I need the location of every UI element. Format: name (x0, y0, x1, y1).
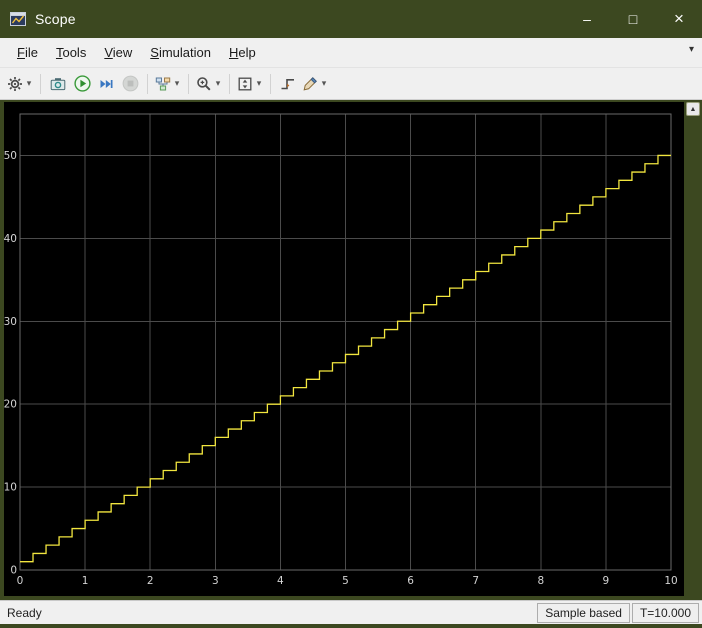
y-tick-label: 0 (10, 565, 17, 577)
stop-icon (122, 75, 138, 92)
blocks-icon (155, 77, 171, 90)
dropdown-arrow-icon[interactable]: ▾ (173, 78, 181, 89)
toolbar: ▾ ▾ ▾ ▾ ▾ (0, 68, 702, 100)
x-tick-label: 0 (17, 575, 24, 587)
x-tick-label: 1 (82, 575, 89, 587)
x-tick-label: 9 (603, 575, 610, 587)
stop-button[interactable] (118, 71, 142, 97)
zoom-button[interactable]: ▾ (194, 71, 224, 97)
signal-selector-button[interactable]: ▾ (153, 71, 183, 97)
dropdown-arrow-icon[interactable]: ▾ (255, 78, 263, 89)
x-tick-label: 7 (472, 575, 479, 587)
toolbar-separator (229, 73, 230, 94)
plot-area: 0 1 2 3 4 5 6 7 8 9 10 0 10 20 30 40 50 ▲ (0, 100, 702, 600)
statusbar: Ready Sample based T=10.000 (0, 600, 702, 624)
maximize-button[interactable]: □ (610, 0, 656, 38)
y-tick-label: 50 (4, 150, 17, 162)
span-axes-button[interactable]: ▾ (235, 71, 265, 97)
toolbar-separator (188, 73, 189, 94)
y-tick-label: 20 (4, 399, 17, 411)
status-message: Ready (7, 605, 42, 620)
titlebar[interactable]: Scope – □ × (0, 0, 702, 38)
configuration-properties-button[interactable]: ▾ (5, 71, 35, 97)
x-tick-label: 5 (342, 575, 349, 587)
x-tick-label: 2 (147, 575, 154, 587)
simulink-snapshot-button[interactable] (46, 71, 70, 97)
measurements-button[interactable]: ▾ (300, 71, 330, 97)
scope-window: Scope – □ × File Tools View Simulation H… (0, 0, 702, 628)
menu-simulation[interactable]: Simulation (141, 40, 220, 65)
trigger-icon (281, 78, 294, 89)
brush-icon (303, 76, 317, 90)
scope-app-icon (10, 12, 26, 26)
window-bottom-border (0, 624, 702, 628)
trigger-button[interactable] (276, 71, 300, 97)
toolbar-separator (270, 73, 271, 94)
x-tick-label: 6 (407, 575, 414, 587)
minimize-button[interactable]: – (564, 0, 610, 38)
dropdown-arrow-icon[interactable]: ▾ (320, 78, 328, 89)
sample-mode-indicator: Sample based (537, 602, 630, 623)
plot-canvas[interactable]: 0 1 2 3 4 5 6 7 8 9 10 0 10 20 30 40 50 (4, 102, 684, 596)
fit-axes-icon (238, 77, 252, 90)
simulation-time-indicator: T=10.000 (631, 602, 699, 623)
menu-tools[interactable]: Tools (47, 40, 95, 65)
scroll-top-button[interactable]: ▲ (686, 102, 700, 116)
x-tick-label: 8 (537, 575, 544, 587)
plot-background (4, 102, 684, 596)
run-button[interactable] (70, 71, 94, 97)
menu-overflow-icon[interactable]: ▾ (689, 44, 694, 55)
x-tick-label: 10 (664, 575, 677, 587)
y-tick-label: 10 (4, 482, 17, 494)
step-forward-icon (100, 79, 113, 88)
x-tick-label: 3 (212, 575, 219, 587)
toolbar-separator (40, 73, 41, 94)
menu-file[interactable]: File (8, 40, 47, 65)
close-button[interactable]: × (656, 0, 702, 38)
y-tick-label: 30 (4, 316, 17, 328)
y-tick-label: 40 (4, 233, 17, 245)
dropdown-arrow-icon[interactable]: ▾ (214, 78, 222, 89)
x-tick-label: 4 (277, 575, 284, 587)
step-forward-button[interactable] (94, 71, 118, 97)
magnifier-icon (197, 76, 211, 91)
scope-axes[interactable]: 0 1 2 3 4 5 6 7 8 9 10 0 10 20 30 40 50 (4, 102, 684, 596)
menubar: File Tools View Simulation Help ▾ (0, 38, 702, 68)
window-title: Scope (35, 11, 76, 27)
play-icon (73, 75, 91, 92)
menu-view[interactable]: View (95, 40, 141, 65)
menu-help[interactable]: Help (220, 40, 265, 65)
camera-icon (50, 77, 66, 90)
dropdown-arrow-icon[interactable]: ▾ (25, 78, 33, 89)
toolbar-separator (147, 73, 148, 94)
gear-icon (8, 76, 22, 91)
